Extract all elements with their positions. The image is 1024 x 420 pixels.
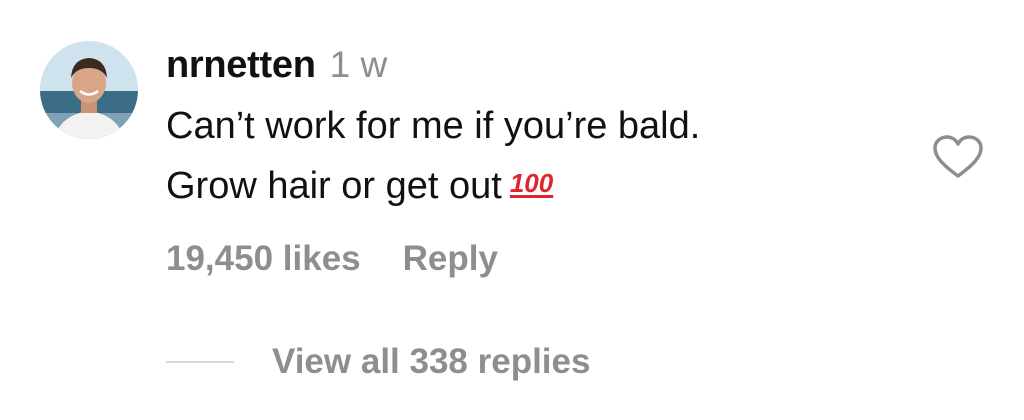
replies-divider-line: [166, 361, 234, 363]
heart-outline-icon[interactable]: [932, 134, 984, 180]
username[interactable]: nrnetten: [166, 44, 316, 87]
comment-text: Can’t work for me if you’re bald. Grow h…: [166, 98, 886, 215]
comment-text-line-2-text: Grow hair or get out: [166, 165, 502, 207]
comment-body: nrnetten 1 w Can’t work for me if you’re…: [166, 44, 886, 215]
avatar-photo: [40, 41, 138, 139]
reply-button[interactable]: Reply: [403, 239, 498, 279]
hundred-points-emoji: 100: [509, 168, 554, 198]
likes-count[interactable]: 19,450 likes: [166, 239, 361, 279]
comment-actions: 19,450 likes Reply: [166, 239, 498, 279]
view-replies-label: View all 338 replies: [272, 342, 591, 381]
comment: nrnetten 1 w Can’t work for me if you’re…: [0, 0, 1024, 420]
view-replies-button[interactable]: View all 338 replies: [166, 342, 590, 382]
avatar[interactable]: [40, 41, 138, 139]
comment-text-line-1: Can’t work for me if you’re bald.: [166, 105, 701, 147]
comment-text-line-2: Grow hair or get out 100: [166, 155, 886, 215]
comment-meta: nrnetten 1 w: [166, 44, 886, 94]
timestamp: 1 w: [329, 44, 388, 85]
